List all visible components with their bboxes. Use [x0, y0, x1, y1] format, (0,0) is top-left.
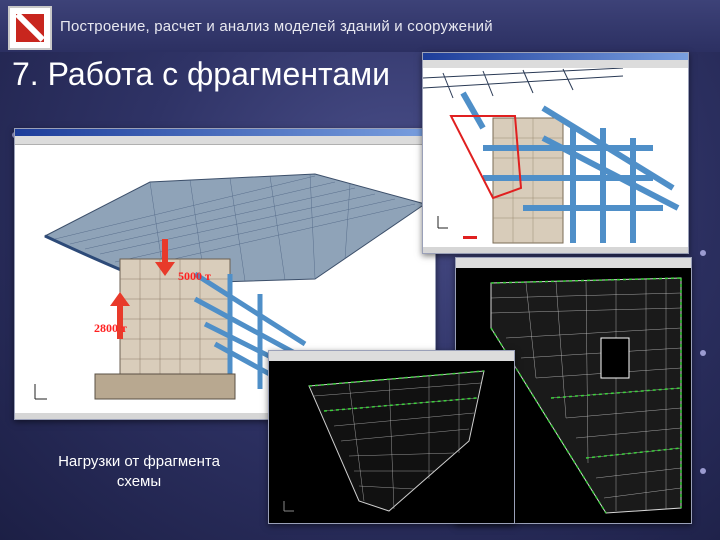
window-titlebar	[423, 53, 688, 60]
mesh-window-small[interactable]	[268, 350, 515, 524]
model-window-fragment[interactable]	[422, 52, 689, 254]
load-label-side: 2800 т	[94, 321, 127, 335]
bullet-dot-icon	[700, 250, 706, 256]
load-label-top: 5000 т	[178, 269, 211, 283]
bullet-dot-icon	[700, 468, 706, 474]
window-statusbar	[423, 247, 688, 253]
fragment-model-view	[423, 68, 688, 253]
caption-text: Нагрузки от фрагмента схемы	[34, 452, 244, 492]
header-title: Построение, расчет и анализ моделей здан…	[60, 18, 493, 35]
caption-line-2: схемы	[116, 473, 162, 490]
mesh-view-small	[269, 361, 514, 523]
window-titlebar	[15, 129, 435, 136]
logo-icon	[8, 6, 52, 50]
slide-title: 7. Работа с фрагментами	[12, 56, 390, 92]
caption-line-1: Нагрузки от фрагмента	[58, 453, 220, 470]
bullet-dot-icon	[700, 350, 706, 356]
